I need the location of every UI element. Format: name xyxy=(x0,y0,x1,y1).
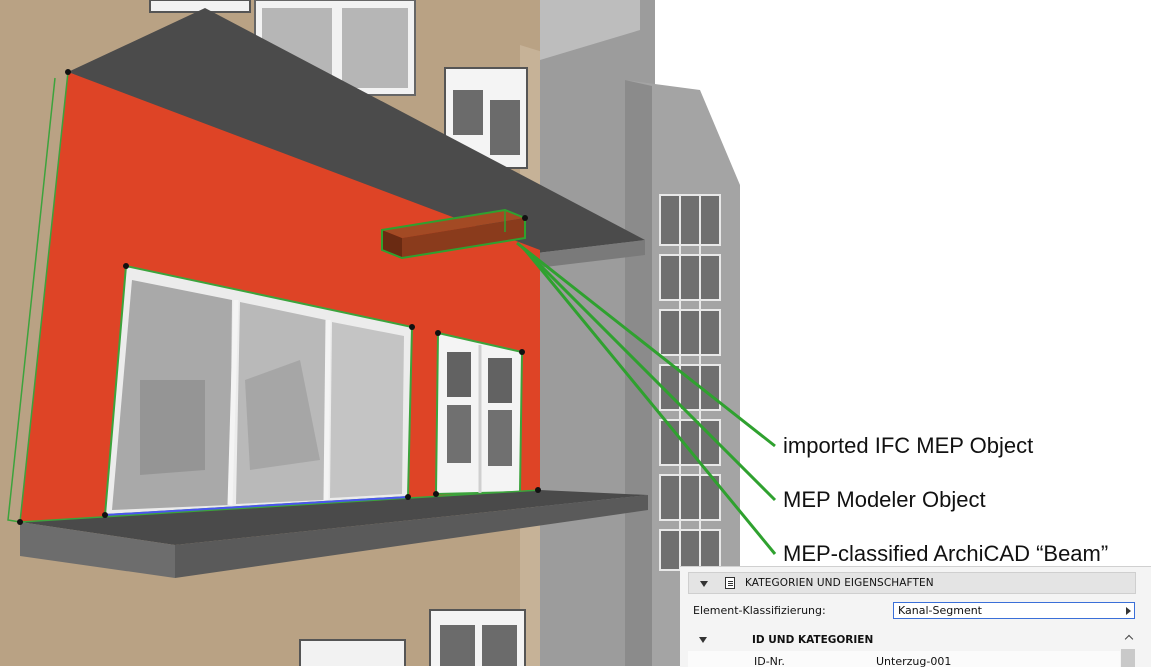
section-header[interactable]: ID UND KATEGORIEN xyxy=(688,631,1120,649)
classification-dropdown[interactable]: Kanal-Segment xyxy=(893,602,1135,619)
panel-header[interactable]: KATEGORIEN UND EIGENSCHAFTEN xyxy=(688,572,1136,594)
classification-value: Kanal-Segment xyxy=(898,604,982,617)
classification-label: Element-Klassifizierung: xyxy=(693,604,826,617)
properties-panel: KATEGORIEN UND EIGENSCHAFTEN Element-Kla… xyxy=(680,566,1151,668)
panel-header-title: KATEGORIEN UND EIGENSCHAFTEN xyxy=(745,577,934,589)
triangle-down-icon[interactable] xyxy=(700,581,708,587)
id-key: ID-Nr. xyxy=(754,655,785,668)
callout-mep-modeler: MEP Modeler Object xyxy=(783,487,986,512)
scroll-up-icon[interactable] xyxy=(1124,631,1136,645)
callout-imported-ifc: imported IFC MEP Object xyxy=(783,433,1034,458)
section-title: ID UND KATEGORIEN xyxy=(752,634,874,646)
triangle-down-icon[interactable] xyxy=(699,637,707,643)
id-value[interactable]: Unterzug-001 xyxy=(876,655,951,668)
document-icon xyxy=(725,577,735,589)
chevron-right-icon xyxy=(1126,607,1131,615)
scrollbar[interactable] xyxy=(1121,649,1135,667)
callout-archicad-beam: MEP-classified ArchiCAD “Beam” xyxy=(783,541,1109,566)
